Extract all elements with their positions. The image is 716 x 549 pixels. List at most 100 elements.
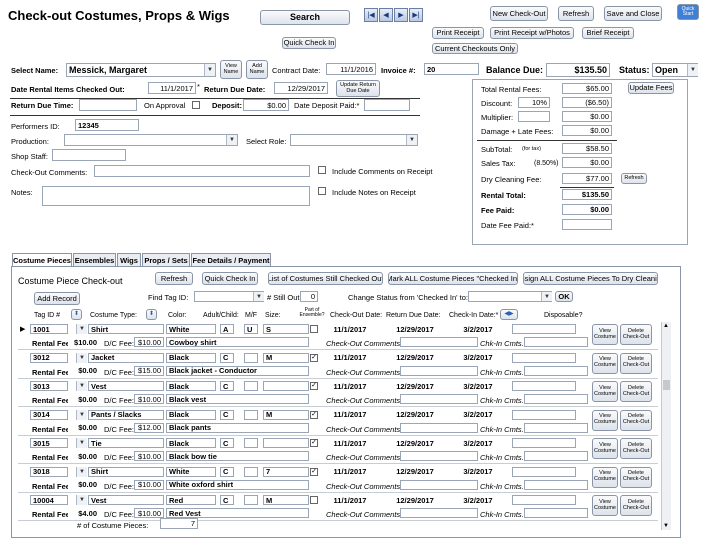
co-comments-field[interactable] [400, 394, 478, 404]
add-name-button[interactable]: Add Name [246, 60, 268, 79]
next-record-icon[interactable]: ▶ [394, 8, 408, 22]
new-checkout-button[interactable]: New Check-Out [490, 6, 548, 21]
tab-ensembles[interactable]: Ensembles [73, 253, 116, 266]
mf-field[interactable] [244, 381, 258, 391]
invoice-field[interactable]: 20 [424, 63, 479, 75]
size-field[interactable]: M [263, 409, 309, 420]
return-date-field[interactable]: 12/29/2017 [384, 352, 446, 363]
co-comments-field[interactable] [400, 422, 478, 433]
rental-fee-field[interactable]: $4.00 [68, 508, 100, 518]
chevron-down-icon[interactable]: ▼ [76, 324, 87, 334]
adult-child-field[interactable]: C [220, 409, 234, 420]
dc-fee-field[interactable]: $10.00 [134, 337, 164, 347]
scroll-down-icon[interactable]: ▼ [663, 523, 669, 529]
color-field[interactable]: White [166, 324, 216, 334]
adult-child-field[interactable]: C [220, 495, 234, 505]
damage-field[interactable]: $0.00 [562, 125, 612, 136]
ci-comments-field[interactable] [524, 451, 588, 461]
tab-wigs[interactable]: Wigs [117, 253, 141, 266]
assign-dry-cleaning-button[interactable]: Assign ALL Costume Pieces To Dry Cleanin… [523, 272, 658, 285]
include-comments-checkbox[interactable] [318, 166, 326, 174]
scroll-thumb[interactable] [663, 380, 670, 390]
quick-start-button[interactable]: Quick Start [677, 4, 699, 20]
view-costume-button[interactable]: View Costume [592, 352, 618, 374]
delete-checkout-button[interactable]: Delete Check-Out [620, 466, 652, 488]
current-checkouts-button[interactable]: Current Checkouts Only [432, 43, 518, 54]
table-row[interactable]: 3015 ▼ Tie Black C ✓ 11/1/2017 12/29/2017 3/2/20… [18, 436, 658, 464]
view-costume-button[interactable]: View Costume [592, 381, 618, 402]
tag-field[interactable]: 10004 [30, 495, 68, 505]
checkout-date-field[interactable]: 11/1/2017 [324, 495, 376, 505]
adult-child-field[interactable]: C [220, 352, 234, 363]
checkout-date-field[interactable]: 11/1/2017 [324, 409, 376, 420]
ok-button[interactable]: OK [555, 291, 573, 302]
type-field[interactable]: Tie [88, 438, 164, 448]
fee-paid-field[interactable]: $0.00 [562, 204, 612, 215]
search-button[interactable]: Search [260, 10, 350, 25]
disposable-field[interactable] [512, 352, 576, 363]
type-field[interactable]: Shirt [88, 466, 164, 477]
chevron-down-icon[interactable]: ▼ [76, 381, 87, 391]
dc-fee-field[interactable]: $10.00 [134, 451, 164, 461]
adult-child-field[interactable]: A [220, 324, 234, 334]
sort-icon[interactable]: ⬍ [71, 309, 82, 320]
view-costume-button[interactable]: View Costume [592, 409, 618, 431]
scrollbar[interactable]: ▲ ▼ [661, 322, 671, 530]
description-field[interactable]: Cowboy shirt [166, 337, 309, 347]
adult-child-field[interactable]: C [220, 438, 234, 448]
production-dropdown[interactable] [64, 134, 238, 146]
ensemble-checkbox[interactable]: ✓ [310, 467, 318, 476]
tag-field[interactable]: 3015 [30, 438, 68, 448]
mf-field[interactable] [244, 438, 258, 448]
view-costume-button[interactable]: View Costume [592, 438, 618, 459]
size-field[interactable]: S [263, 324, 309, 334]
color-field[interactable]: Black [166, 352, 216, 363]
rental-fee-field[interactable]: $0.00 [68, 365, 100, 376]
sort-icon[interactable]: ◀▶ [500, 309, 518, 320]
size-field[interactable] [263, 438, 309, 448]
delete-checkout-button[interactable]: Delete Check-Out [620, 409, 652, 431]
color-field[interactable]: Red [166, 495, 216, 505]
table-row[interactable]: 3014 ▼ Pants / Slacks Black C M ✓ 11/1/2017 12/2… [18, 408, 658, 436]
checkout-date-field[interactable]: 11/1/2017 [324, 466, 376, 477]
refresh-button[interactable]: Refresh [558, 6, 594, 21]
ci-comments-field[interactable] [524, 365, 588, 376]
ensemble-checkbox[interactable] [310, 496, 318, 504]
chevron-down-icon[interactable]: ▼ [541, 292, 552, 301]
table-row[interactable]: 10004 ▼ Vest Red C M 11/1/2017 12/29/2017 3/2/20… [18, 493, 658, 521]
co-comments-field[interactable] [400, 508, 478, 518]
chevron-down-icon[interactable]: ▼ [687, 64, 698, 76]
checkin-date-field[interactable]: 3/2/2017 [450, 495, 506, 505]
first-record-icon[interactable]: |◀ [364, 8, 378, 22]
date-deposit-paid-field[interactable] [364, 99, 410, 111]
description-field[interactable]: Black pants [166, 422, 309, 433]
dc-fee-field[interactable]: $10.00 [134, 394, 164, 404]
last-record-icon[interactable]: ▶| [409, 8, 423, 22]
sub-quick-check-in-button[interactable]: Quick Check In [202, 272, 258, 285]
delete-checkout-button[interactable]: Delete Check-Out [620, 381, 652, 402]
update-return-button[interactable]: Update Return Due Date [336, 80, 380, 97]
size-field[interactable]: 7 [263, 466, 309, 477]
ensemble-checkbox[interactable] [310, 325, 318, 333]
view-costume-button[interactable]: View Costume [592, 495, 618, 516]
size-field[interactable]: M [263, 495, 309, 505]
ci-comments-field[interactable] [524, 508, 588, 518]
ci-comments-field[interactable] [524, 394, 588, 404]
table-row[interactable]: 3013 ▼ Vest Black C ✓ 11/1/2017 12/29/2017 3/2/2… [18, 379, 658, 407]
return-due-time-field[interactable] [79, 99, 137, 111]
color-field[interactable]: White [166, 466, 216, 477]
contract-date-field[interactable]: 11/1/2016 [326, 63, 376, 75]
include-notes-checkbox[interactable] [318, 187, 326, 195]
tag-field[interactable]: 1001 [30, 324, 68, 334]
description-field[interactable]: Black jacket - Conductor [166, 365, 309, 376]
rental-fee-field[interactable]: $10.00 [68, 337, 100, 347]
adult-child-field[interactable]: C [220, 381, 234, 391]
view-name-button[interactable]: View Name [220, 60, 242, 79]
tab-props-sets[interactable]: Props / Sets [142, 253, 190, 266]
type-field[interactable]: Pants / Slacks [88, 409, 164, 420]
color-field[interactable]: Black [166, 409, 216, 420]
checkin-date-field[interactable]: 3/2/2017 [450, 409, 506, 420]
multiplier-input[interactable] [518, 111, 550, 122]
type-field[interactable]: Jacket [88, 352, 164, 363]
checkout-date-field[interactable]: 11/1/2017 [324, 352, 376, 363]
